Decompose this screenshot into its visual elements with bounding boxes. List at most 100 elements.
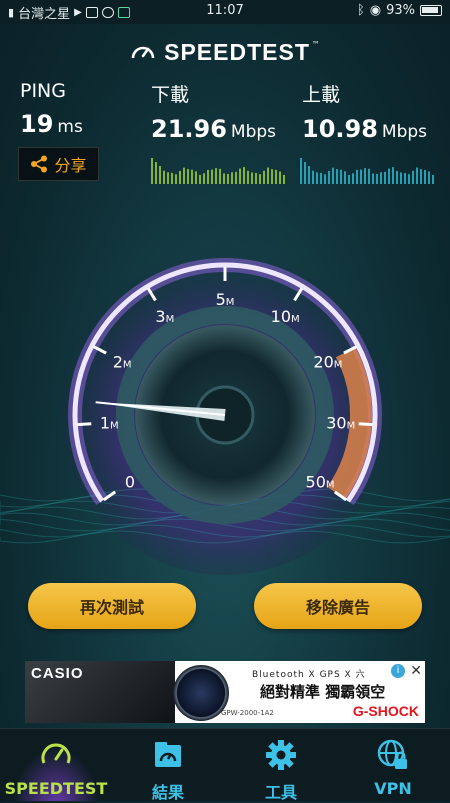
ad-line2: 絕對精準 獨霸領空 (260, 683, 386, 701)
sparkline-bar (211, 169, 213, 184)
sparkline-bar (372, 173, 374, 184)
sparkline-bar (384, 171, 386, 184)
sparkline-bar (428, 171, 430, 184)
sparkline-bar (344, 171, 346, 184)
sparkline-bar (332, 167, 334, 184)
ping-label: PING (20, 80, 66, 102)
sparkline-bar (243, 167, 245, 184)
ad-banner[interactable]: CASIO Bluetooth X GPS X 六 絕對精準 獨霸領空 GPW-… (25, 661, 425, 723)
sparkline-bar (163, 170, 165, 184)
sparkline-bar (275, 169, 277, 184)
speed-gauge: 01M2M3M5M10M20M30M50M (0, 245, 450, 575)
sparkline-bar (231, 172, 233, 184)
retest-button[interactable]: 再次測試 (28, 583, 196, 629)
nav-tools-label: 工具 (264, 783, 297, 802)
gauge-tick-label: 0 (125, 473, 135, 492)
results-icon (155, 742, 181, 767)
download-value-row: 21.96 Mbps (151, 115, 276, 143)
share-button[interactable]: 分享 (18, 147, 99, 181)
download-value: 21.96 (151, 115, 227, 143)
sparkline-bar (203, 173, 205, 184)
sparkline-bar (316, 172, 318, 184)
nav-results[interactable]: 結果 (112, 729, 224, 802)
sparkline-bar (255, 172, 257, 184)
upload-sparkline (300, 158, 434, 184)
sparkline-bar (283, 174, 285, 184)
sparkline-bar (183, 167, 185, 184)
bottom-nav: SPEEDTEST 結果 工具 VPN (0, 728, 450, 802)
sparkline-bar (424, 169, 426, 184)
sparkline-bar (155, 162, 157, 184)
sparkline-bar (340, 169, 342, 184)
nav-vpn[interactable]: VPN (337, 729, 449, 801)
sparkline-bar (191, 169, 193, 184)
sparkline-bar (227, 173, 229, 184)
sparkline-bar (420, 169, 422, 184)
nav-speedtest[interactable]: SPEEDTEST (0, 729, 112, 801)
sparkline-bar (199, 174, 201, 184)
upload-label: 上載 (302, 84, 341, 106)
sparkline-bar (151, 158, 153, 184)
status-bar: ▮ 台灣之星 ▶ 11:07 ᛒ ◉ 93% (0, 0, 450, 24)
sparkline-bar (312, 170, 314, 184)
sparkline-bar (219, 168, 221, 184)
sparkline-bar (215, 168, 217, 184)
sparkline-bar (251, 172, 253, 184)
sparkline-bar (179, 170, 181, 184)
ad-product: G-SHOCK (352, 703, 419, 719)
ping-unit: ms (57, 117, 83, 137)
upload-value-row: 10.98 Mbps (302, 115, 427, 143)
sparkline-bar (352, 173, 354, 184)
download-sparkline (151, 158, 285, 184)
sparkline-bar (235, 171, 237, 184)
sparkline-bar (207, 169, 209, 184)
sparkline-bar (400, 172, 402, 184)
sparkline-bar (416, 167, 418, 184)
nav-speedtest-label: SPEEDTEST (4, 779, 108, 798)
sparkline-bar (300, 158, 302, 184)
ad-info-icon[interactable]: i (391, 664, 405, 678)
remove-ads-button[interactable]: 移除廣告 (254, 583, 422, 629)
sparkline-bar (223, 173, 225, 184)
ad-close-icon[interactable]: ✕ (410, 663, 422, 679)
ping-value-row: 19 ms (20, 110, 83, 138)
sparkline-bar (360, 169, 362, 184)
gauge-tick (77, 422, 92, 427)
sparkline-bar (239, 168, 241, 184)
sparkline-bar (336, 169, 338, 184)
nav-results-label: 結果 (151, 783, 184, 802)
sparkline-bar (364, 168, 366, 184)
sparkline-bar (263, 170, 265, 184)
sparkline-bar (304, 162, 306, 184)
battery-icon (420, 5, 442, 16)
nav-tools[interactable]: 工具 (225, 729, 337, 802)
bluetooth-icon: ᛒ (356, 3, 365, 18)
app-header: SPEEDTEST ™ (0, 37, 450, 67)
sparkline-bar (187, 169, 189, 184)
speedometer-logo-icon (131, 46, 155, 59)
ad-image: CASIO (25, 661, 175, 723)
sparkline-bar (324, 174, 326, 184)
gear-icon (266, 740, 296, 770)
share-icon (31, 155, 48, 173)
sparkline-bar (167, 172, 169, 184)
nav-vpn-label: VPN (374, 779, 412, 798)
battery-percent: 93% (386, 3, 415, 18)
sparkline-bar (356, 169, 358, 184)
eye-icon: ◉ (369, 3, 382, 18)
sparkline-bar (271, 169, 273, 184)
sparkline-bar (376, 173, 378, 184)
sparkline-bar (380, 172, 382, 184)
app-title: SPEEDTEST (164, 38, 310, 65)
sparkline-bar (320, 172, 322, 184)
speedometer-icon (41, 743, 71, 764)
trademark: ™ (311, 39, 320, 49)
ad-brand: CASIO (31, 665, 84, 682)
share-label: 分享 (54, 156, 87, 175)
sparkline-bar (392, 167, 394, 184)
sparkline-bar (348, 174, 350, 184)
upload-metric: 上載 10.98 Mbps (302, 80, 427, 143)
sparkline-bar (175, 174, 177, 184)
sparkline-bar (408, 174, 410, 184)
sparkline-bar (404, 172, 406, 184)
